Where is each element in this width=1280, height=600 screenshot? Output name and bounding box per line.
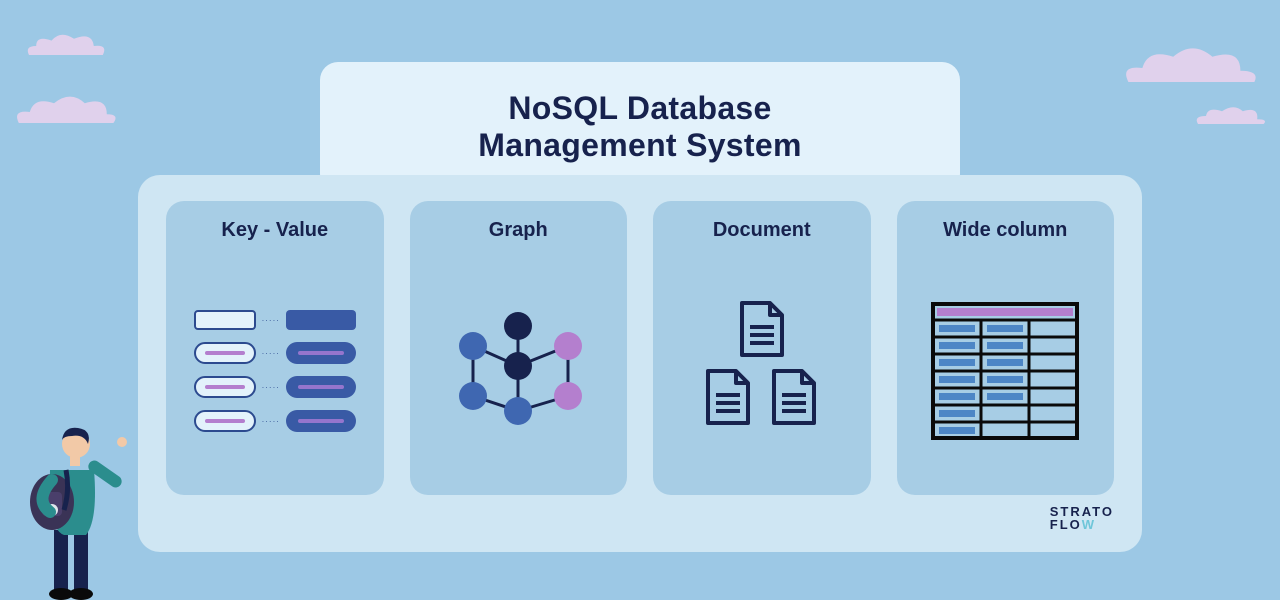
card-document: Document (653, 201, 871, 495)
card-title-graph: Graph (489, 219, 548, 242)
key-value-illustration: ····· ····· ····· ·· (176, 266, 374, 477)
card-wide-column: Wide column (897, 201, 1115, 495)
title-banner: NoSQL Database Management System (320, 62, 960, 192)
card-graph: Graph (410, 201, 628, 495)
card-title-key-value: Key - Value (221, 219, 328, 242)
wide-column-illustration (907, 266, 1105, 477)
logo-line2-accent: W (1082, 517, 1096, 532)
cloud-decoration (1120, 40, 1260, 96)
page-title: NoSQL Database Management System (410, 90, 870, 164)
card-key-value: Key - Value ····· ····· ···· (166, 201, 384, 495)
categories-container: Key - Value ····· ····· ···· (138, 175, 1142, 552)
cloud-decoration (1190, 100, 1270, 132)
document-illustration (663, 266, 861, 477)
logo-line2-prefix: FLO (1050, 517, 1082, 532)
stratoflow-logo: STRATO FLOW (1050, 505, 1114, 532)
person-illustration (14, 390, 134, 600)
cards-row: Key - Value ····· ····· ···· (166, 201, 1114, 495)
cloud-decoration (20, 28, 110, 64)
logo-row: STRATO FLOW (166, 495, 1114, 532)
card-title-wide-column: Wide column (943, 219, 1067, 242)
card-title-document: Document (713, 219, 811, 242)
cloud-decoration (10, 90, 120, 134)
graph-illustration (420, 266, 618, 477)
